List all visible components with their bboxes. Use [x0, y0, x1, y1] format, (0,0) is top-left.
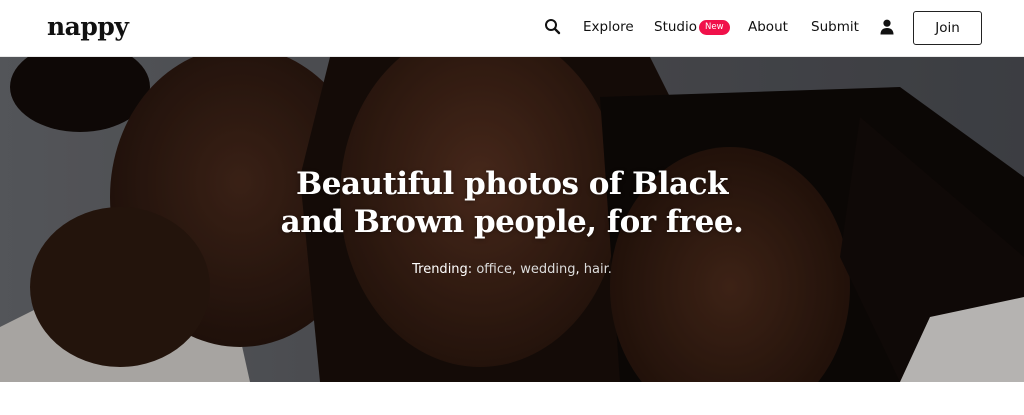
join-button[interactable]: Join [913, 11, 982, 45]
trending-separator: , [511, 262, 521, 277]
user-icon[interactable] [878, 18, 896, 36]
hero-banner: Beautiful photos of Black and Brown peop… [0, 57, 1024, 382]
trending-row: Trending: office, wedding, hair. [0, 262, 1024, 277]
hero-title-line-1: Beautiful photos of Black [296, 166, 728, 202]
nav-submit[interactable]: Submit [811, 19, 859, 35]
site-header: nappy Explore Studio New About Submit Jo… [0, 0, 1024, 57]
site-logo[interactable]: nappy [47, 12, 129, 41]
search-icon[interactable] [543, 17, 563, 37]
trending-link-office[interactable]: office [476, 262, 512, 277]
trending-link-wedding[interactable]: wedding [520, 262, 575, 277]
nav-studio[interactable]: Studio [654, 19, 697, 35]
trending-link-hair[interactable]: hair. [584, 262, 612, 277]
trending-label: Trending: [412, 262, 473, 277]
trending-separator: , [575, 262, 584, 277]
studio-new-badge: New [699, 20, 730, 35]
nav-explore[interactable]: Explore [583, 19, 634, 35]
hero-title: Beautiful photos of Black and Brown peop… [0, 165, 1024, 241]
nav-about[interactable]: About [748, 19, 788, 35]
hero-title-line-2: and Brown people, for free. [280, 204, 744, 240]
